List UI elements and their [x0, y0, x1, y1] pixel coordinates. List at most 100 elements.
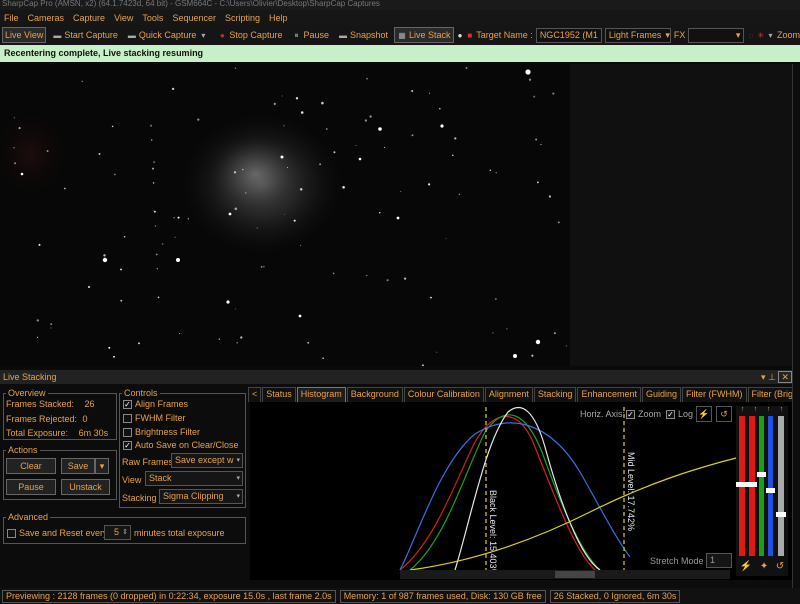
auto-save-checkbox[interactable]: ✓ [123, 441, 132, 451]
clear-button[interactable]: Clear [6, 458, 56, 474]
tab-filter-fwhm[interactable]: Filter (FWHM) [682, 387, 747, 402]
star [138, 342, 140, 345]
star [557, 221, 560, 224]
stretch-mode-select[interactable]: 1 [706, 553, 732, 568]
zoom-option[interactable]: ✓ Zoom [626, 409, 661, 420]
brightness-filter-option[interactable]: Brightness Filter [123, 427, 200, 438]
circle-icon[interactable]: ● [457, 31, 464, 40]
tab-colour-calibration[interactable]: Colour Calibration [403, 387, 484, 402]
blue-slider-track[interactable] [768, 416, 773, 556]
up-arrow-icon[interactable]: ↑ [767, 406, 771, 416]
up-arrow-icon[interactable]: ↑ [754, 406, 758, 416]
red-slider-thumb-2[interactable] [747, 482, 757, 487]
tab-alignment[interactable]: Alignment [484, 387, 533, 402]
fwhm-filter-option[interactable]: FWHM Filter [123, 413, 186, 424]
view-select[interactable]: Stack ▾ [145, 471, 243, 486]
stacking-select[interactable]: Sigma Clipping ▾ [159, 489, 243, 504]
auto-stretch-icon[interactable]: ⚡ [696, 406, 712, 422]
frames-rejected-label: Frames Rejected: [6, 414, 78, 424]
menu-tools[interactable]: Tools [142, 13, 163, 23]
chevron-down-icon[interactable]: ▾ [761, 372, 766, 382]
crosshair-icon[interactable]: ✳ [757, 31, 764, 40]
tab-filter-brightness[interactable]: Filter (Brightness) [747, 387, 792, 402]
sparkle-icon[interactable]: ✦ [760, 561, 768, 572]
align-frames-checkbox[interactable]: ✓ [123, 400, 132, 410]
zoom-checkbox[interactable]: ✓ [626, 410, 635, 420]
close-icon[interactable]: ✕ [778, 371, 792, 383]
up-arrow-icon[interactable]: ↑ [741, 406, 745, 416]
save-dropdown-button[interactable]: ▾ [95, 458, 109, 474]
star [321, 101, 324, 105]
pin-icon[interactable]: ⊥ [768, 372, 776, 382]
star [436, 351, 438, 353]
align-frames-option[interactable]: ✓ Align Frames [123, 399, 188, 410]
tab-background[interactable]: Background [346, 387, 403, 402]
slider-up-arrows[interactable]: ↑ ↑ ↑ ↑ [736, 406, 788, 416]
tab-histogram[interactable]: Histogram [296, 387, 346, 402]
fx-select[interactable]: ▾ [688, 27, 745, 43]
luminance-slider-thumb[interactable] [776, 512, 786, 517]
menu-scripting[interactable]: Scripting [225, 13, 260, 23]
menu-file[interactable]: File [4, 13, 19, 23]
reset-icon[interactable]: ↺ [716, 406, 732, 422]
histogram-panel[interactable]: Black Level: 15.403% Mid Level: 17.742% … [250, 402, 792, 580]
pause-button[interactable]: ⏸ Pause [288, 27, 332, 43]
pause-stack-button[interactable]: Pause [6, 479, 56, 495]
save-reset-checkbox[interactable] [7, 529, 16, 539]
tab-scroll-left[interactable]: < [248, 387, 262, 402]
snapshot-button[interactable]: ▬ Snapshot [335, 27, 391, 43]
total-exposure-row: Total Exposure: 6m 30s [6, 428, 108, 438]
live-stack-button[interactable]: ▦ Live Stack [394, 27, 454, 43]
tab-stacking[interactable]: Stacking [533, 387, 577, 402]
star [81, 80, 83, 83]
fwhm-filter-checkbox[interactable] [123, 414, 132, 424]
green-slider-thumb[interactable] [757, 472, 766, 477]
tab-guiding[interactable]: Guiding [642, 387, 682, 402]
menu-view[interactable]: View [114, 13, 133, 23]
record-icon[interactable]: ■ [466, 31, 473, 40]
live-stacking-header: Live Stacking ▾ ⊥ ✕ [0, 370, 792, 384]
log-option[interactable]: ✓ Log [666, 409, 693, 420]
frame-type-select[interactable]: Light Frames ▾ [604, 27, 671, 43]
star [187, 218, 189, 220]
star [565, 345, 567, 347]
stop-icon: ● [220, 30, 225, 40]
brightness-filter-checkbox[interactable] [123, 428, 132, 438]
green-slider-track[interactable] [759, 416, 764, 556]
up-arrow-icon[interactable]: ↑ [780, 406, 784, 416]
star [400, 190, 402, 192]
image-viewer[interactable] [0, 64, 570, 366]
unstack-button[interactable]: Unstack [61, 479, 110, 495]
target-name-select[interactable]: NGC1952 (M1 [535, 27, 602, 43]
reset-icon[interactable]: ↺ [776, 561, 784, 572]
log-checkbox[interactable]: ✓ [666, 410, 675, 420]
quick-capture-button[interactable]: ▬ Quick Capture ▾ [124, 27, 212, 43]
save-button[interactable]: Save [61, 458, 95, 474]
blue-slider-thumb[interactable] [766, 488, 775, 493]
menu-capture[interactable]: Capture [73, 13, 105, 23]
save-reset-option[interactable]: Save and Reset every [7, 528, 108, 539]
tab-enhancement[interactable]: Enhancement [577, 387, 641, 402]
luminance-slider-track[interactable] [778, 416, 784, 556]
auto-stretch-icon[interactable]: ⚡ [740, 561, 752, 572]
save-reset-spinner[interactable]: 5 ⇕ [104, 525, 131, 540]
star [378, 211, 381, 214]
star [176, 258, 180, 262]
stop-capture-button[interactable]: ● Stop Capture [214, 27, 285, 43]
star [506, 328, 508, 330]
star [552, 92, 555, 95]
menu-cameras[interactable]: Cameras [28, 13, 65, 23]
chevron-down-icon[interactable]: ▾ [767, 31, 774, 40]
right-panel-strip[interactable] [792, 64, 800, 588]
tab-status[interactable]: Status [262, 387, 296, 402]
menu-help[interactable]: Help [269, 13, 288, 23]
live-view-button[interactable]: Live View [2, 27, 47, 43]
auto-save-option[interactable]: ✓ Auto Save on Clear/Close [123, 440, 239, 451]
menu-sequencer[interactable]: Sequencer [172, 13, 216, 23]
start-capture-button[interactable]: ▬ Start Capture [49, 27, 121, 43]
reticle-icon[interactable]: ◌ [747, 31, 754, 40]
star [234, 67, 237, 69]
spinner-arrows-icon[interactable]: ⇕ [122, 526, 128, 539]
frames-stacked-label: Frames Stacked: [6, 399, 75, 409]
raw-frames-select[interactable]: Save except w ▾ [171, 453, 243, 468]
